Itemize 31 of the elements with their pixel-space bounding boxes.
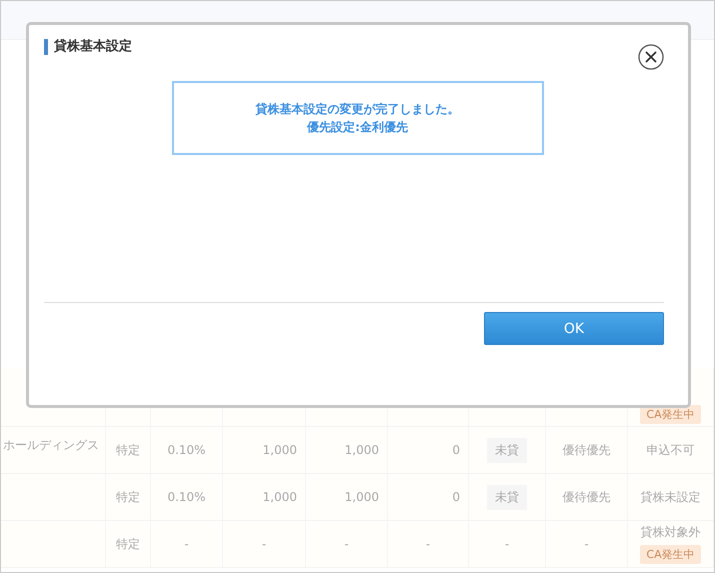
table-cell: 1,000 [344, 490, 379, 504]
table-cell: 0.10% [167, 490, 206, 504]
table-cell: - [184, 537, 189, 551]
table-cell: 1,000 [262, 443, 297, 457]
table-cell: 特定 [116, 488, 140, 506]
table-cell: 0.10% [167, 443, 206, 457]
status-text: 申込不可 [646, 442, 694, 458]
table-cell: 0 [452, 490, 460, 504]
table-cell: 1,000 [262, 490, 297, 504]
dialog-title: 貸株基本設定 [44, 39, 132, 55]
table-cell: - [584, 537, 589, 551]
message-text: 優先設定:金利優先 [307, 119, 408, 136]
table-cell: 特定 [116, 442, 140, 458]
ok-button[interactable]: OK [484, 312, 664, 345]
table-cell: - [426, 537, 430, 551]
status-text: 貸株未設定 [640, 488, 700, 506]
table-cell: - [262, 537, 266, 551]
status-badge: CA発生中 [640, 545, 701, 564]
table-cell: 特定 [116, 536, 140, 552]
stock-name: ホールディングス [3, 437, 99, 454]
close-icon[interactable] [638, 44, 664, 70]
status-tag: 未貸 [487, 438, 527, 462]
table-cell: 0 [452, 443, 460, 457]
status-tag: 未貸 [487, 484, 527, 510]
table-cell: 優待優先 [562, 488, 610, 506]
status-text: 貸株対象外 [640, 524, 700, 541]
table-cell: 1,000 [344, 443, 379, 457]
message-text: 貸株基本設定の変更が完了しました。 [256, 101, 460, 118]
table-cell: 優待優先 [562, 442, 610, 458]
table-cell: - [344, 537, 349, 551]
table-cell: - [504, 537, 510, 551]
